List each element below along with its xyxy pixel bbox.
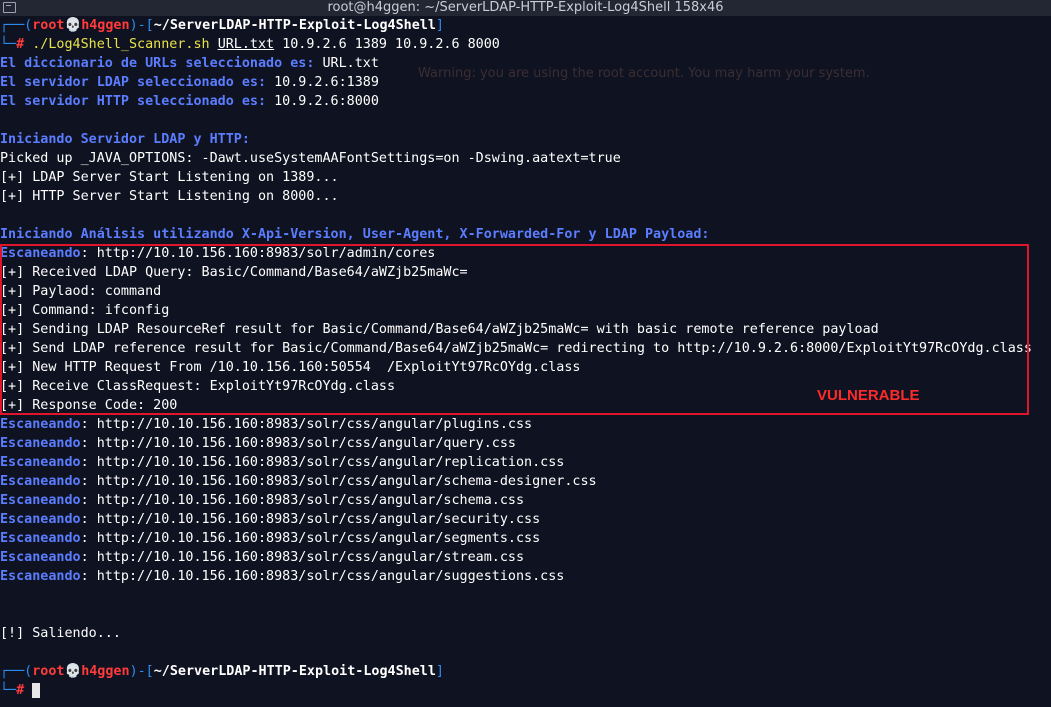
- servers-heading: Iniciando Servidor LDAP y HTTP:: [0, 132, 250, 147]
- terminal-icon: [3, 2, 16, 13]
- java-options-line: Picked up _JAVA_OPTIONS: -Dawt.useSystem…: [0, 151, 621, 166]
- skull-icon: 💀: [64, 664, 82, 679]
- scan-line: Escaneando: http://10.10.156.160:8983/so…: [0, 569, 565, 584]
- ldap-server-line: El servidor LDAP seleccionado es: 10.9.2…: [0, 75, 379, 90]
- scan-line: Escaneando: http://10.10.156.160:8983/so…: [0, 455, 565, 470]
- skull-icon: 💀: [64, 18, 82, 33]
- ldap-listen-line: [+] LDAP Server Start Listening on 1389.…: [0, 170, 339, 185]
- terminal-output[interactable]: Warning: you are using the root account.…: [0, 16, 1051, 707]
- http-server-line: El servidor HTTP seleccionado es: 10.9.2…: [0, 94, 379, 109]
- window-titlebar: root@h4ggen: ~/ServerLDAP-HTTP-Exploit-L…: [0, 0, 1051, 16]
- scan-line: Escaneando: http://10.10.156.160:8983/so…: [0, 436, 516, 451]
- scan-line: Escaneando: http://10.10.156.160:8983/so…: [0, 531, 541, 546]
- exit-line: [!] Saliendo...: [0, 626, 121, 641]
- background-ghost-text: Warning: you are using the root account.…: [418, 66, 870, 81]
- http-listen-line: [+] HTTP Server Start Listening on 8000.…: [0, 189, 339, 204]
- prompt-line: ┌──(root💀h4ggen)-[~/ServerLDAP-HTTP-Expl…: [0, 664, 444, 679]
- prompt-line: ┌──(root💀h4ggen)-[~/ServerLDAP-HTTP-Expl…: [0, 18, 444, 33]
- command-line: └─# ./Log4Shell_Scanner.sh URL.txt 10.9.…: [0, 37, 500, 52]
- vulnerable-label: VULNERABLE: [817, 387, 920, 404]
- scan-line: Escaneando: http://10.10.156.160:8983/so…: [0, 493, 525, 508]
- scan-line: Escaneando: http://10.10.156.160:8983/so…: [0, 550, 525, 565]
- text-cursor: [32, 682, 41, 698]
- command-input-line[interactable]: └─#: [0, 681, 41, 700]
- scan-line: Escaneando: http://10.10.156.160:8983/so…: [0, 512, 541, 527]
- scan-line: Escaneando: http://10.10.156.160:8983/so…: [0, 417, 533, 432]
- scan-line: Escaneando: http://10.10.156.160:8983/so…: [0, 474, 597, 489]
- dict-line: El diccionario de URLs seleccionado es: …: [0, 56, 379, 71]
- window-title: root@h4ggen: ~/ServerLDAP-HTTP-Exploit-L…: [327, 0, 724, 15]
- analysis-heading: Iniciando Análisis utilizando X-Api-Vers…: [0, 227, 710, 242]
